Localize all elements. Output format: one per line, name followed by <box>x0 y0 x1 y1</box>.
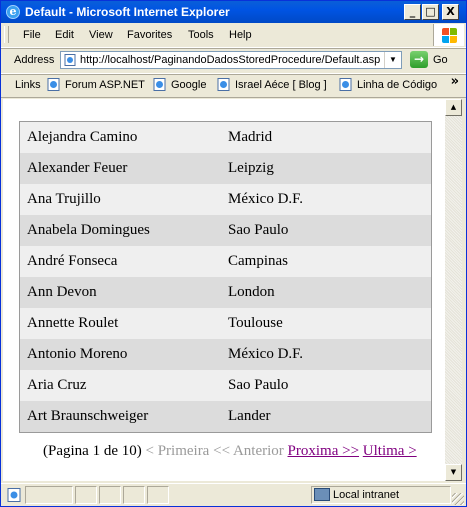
address-url: http://localhost/PaginandoDadosStoredPro… <box>80 54 380 66</box>
table-row: Anabela Domingues Sao Paulo <box>20 215 431 246</box>
status-segment <box>25 486 73 504</box>
maximize-button[interactable]: □ <box>422 4 439 20</box>
data-grid: Alejandra Camino Madrid Alexander Feuer Le… <box>19 121 432 433</box>
links-more-chevron-icon[interactable]: » <box>451 74 459 89</box>
status-zone-label: Local intranet <box>333 489 400 501</box>
link-linha-de-codigo[interactable]: Linha de Código <box>357 79 437 91</box>
cell-city: Madrid <box>228 129 273 145</box>
cell-city: Toulouse <box>228 315 283 331</box>
intranet-zone-icon <box>314 488 330 501</box>
cell-name: Ana Trujillo <box>27 191 101 207</box>
cell-name: Alexander Feuer <box>27 160 128 176</box>
windows-logo-icon <box>433 24 464 46</box>
link-page-icon <box>217 78 230 91</box>
pager-info: (Pagina 1 de 10) <box>43 443 142 459</box>
link-page-icon <box>47 78 60 91</box>
pager-prev-disabled: << Anterior <box>213 443 284 459</box>
cell-city: London <box>228 284 275 300</box>
link-forum-aspnet[interactable]: Forum ASP.NET <box>65 79 145 91</box>
link-page-icon <box>153 78 166 91</box>
menu-edit[interactable]: Edit <box>55 29 74 41</box>
vertical-scrollbar[interactable]: ▲ ▼ <box>445 99 462 481</box>
menu-view[interactable]: View <box>89 29 113 41</box>
table-row: André Fonseca Campinas <box>20 246 431 277</box>
cell-city: México D.F. <box>228 191 304 207</box>
go-arrow-icon[interactable]: → <box>410 51 428 68</box>
table-row: Annette Roulet Toulouse <box>20 308 431 339</box>
window-title: Default - Microsoft Internet Explorer <box>25 5 230 19</box>
cell-city: México D.F. <box>228 346 304 362</box>
scroll-down-button[interactable]: ▼ <box>445 464 462 481</box>
pager: (Pagina 1 de 10) < Primeira << Anterior … <box>43 443 417 460</box>
menu-bar: File Edit View Favorites Tools Help <box>1 23 466 48</box>
cell-city: Sao Paulo <box>228 222 289 238</box>
page-content: Alejandra Camino Madrid Alexander Feuer Le… <box>3 99 445 481</box>
resize-grip[interactable] <box>452 493 464 505</box>
pager-last-link[interactable]: Ultima > <box>363 443 417 459</box>
status-segment <box>123 486 145 504</box>
address-label: Address <box>14 54 55 66</box>
cell-name: André Fonseca <box>27 253 118 269</box>
table-row: Aria Cruz Sao Paulo <box>20 370 431 401</box>
minimize-button[interactable]: _ <box>404 4 421 20</box>
cell-name: Annette Roulet <box>27 315 119 331</box>
close-button[interactable]: X <box>442 4 459 20</box>
cell-name: Anabela Domingues <box>27 222 150 238</box>
cell-name: Art Braunschweiger <box>27 408 149 424</box>
status-bar: Local intranet <box>1 483 466 507</box>
cell-city: Sao Paulo <box>228 377 289 393</box>
menu-tools[interactable]: Tools <box>188 29 214 41</box>
pager-next-link[interactable]: Proxima >> <box>288 443 360 459</box>
cell-name: Ann Devon <box>27 284 97 300</box>
links-bar: Links Forum ASP.NET Google Israel Aéce [… <box>1 74 466 98</box>
cell-city: Lander <box>228 408 271 424</box>
browser-window: e Default - Microsoft Internet Explorer … <box>0 0 467 507</box>
menu-favorites[interactable]: Favorites <box>127 29 172 41</box>
table-row: Ana Trujillo México D.F. <box>20 184 431 215</box>
page-status-icon <box>7 488 21 502</box>
title-bar[interactable]: e Default - Microsoft Internet Explorer … <box>1 1 466 23</box>
link-page-icon <box>339 78 352 91</box>
toolbar-grip[interactable] <box>4 26 9 43</box>
table-row: Antonio Moreno México D.F. <box>20 339 431 370</box>
menu-help[interactable]: Help <box>229 29 252 41</box>
scroll-up-button[interactable]: ▲ <box>445 99 462 116</box>
cell-city: Campinas <box>228 253 288 269</box>
cell-city: Leipzig <box>228 160 274 176</box>
table-row: Alexander Feuer Leipzig <box>20 153 431 184</box>
ie-logo-icon: e <box>6 5 20 19</box>
menu-file[interactable]: File <box>23 29 41 41</box>
cell-name: Aria Cruz <box>27 377 87 393</box>
status-segment <box>147 486 169 504</box>
page-icon <box>64 54 76 66</box>
address-input[interactable]: http://localhost/PaginandoDadosStoredPro… <box>60 51 402 69</box>
go-button[interactable]: Go <box>433 54 448 66</box>
cell-name: Alejandra Camino <box>27 129 138 145</box>
status-segment <box>99 486 121 504</box>
address-dropdown-button[interactable]: ▼ <box>384 52 401 68</box>
table-row: Alejandra Camino Madrid <box>20 122 431 153</box>
link-israel-aece-blog[interactable]: Israel Aéce [ Blog ] <box>235 79 327 91</box>
links-label: Links <box>15 79 41 91</box>
table-row: Ann Devon London <box>20 277 431 308</box>
link-google[interactable]: Google <box>171 79 206 91</box>
cell-name: Antonio Moreno <box>27 346 128 362</box>
pager-first-disabled: < Primeira <box>145 443 210 459</box>
table-row: Art Braunschweiger Lander <box>20 401 431 432</box>
status-segment <box>75 486 97 504</box>
address-bar: Address http://localhost/PaginandoDadosS… <box>1 48 466 74</box>
